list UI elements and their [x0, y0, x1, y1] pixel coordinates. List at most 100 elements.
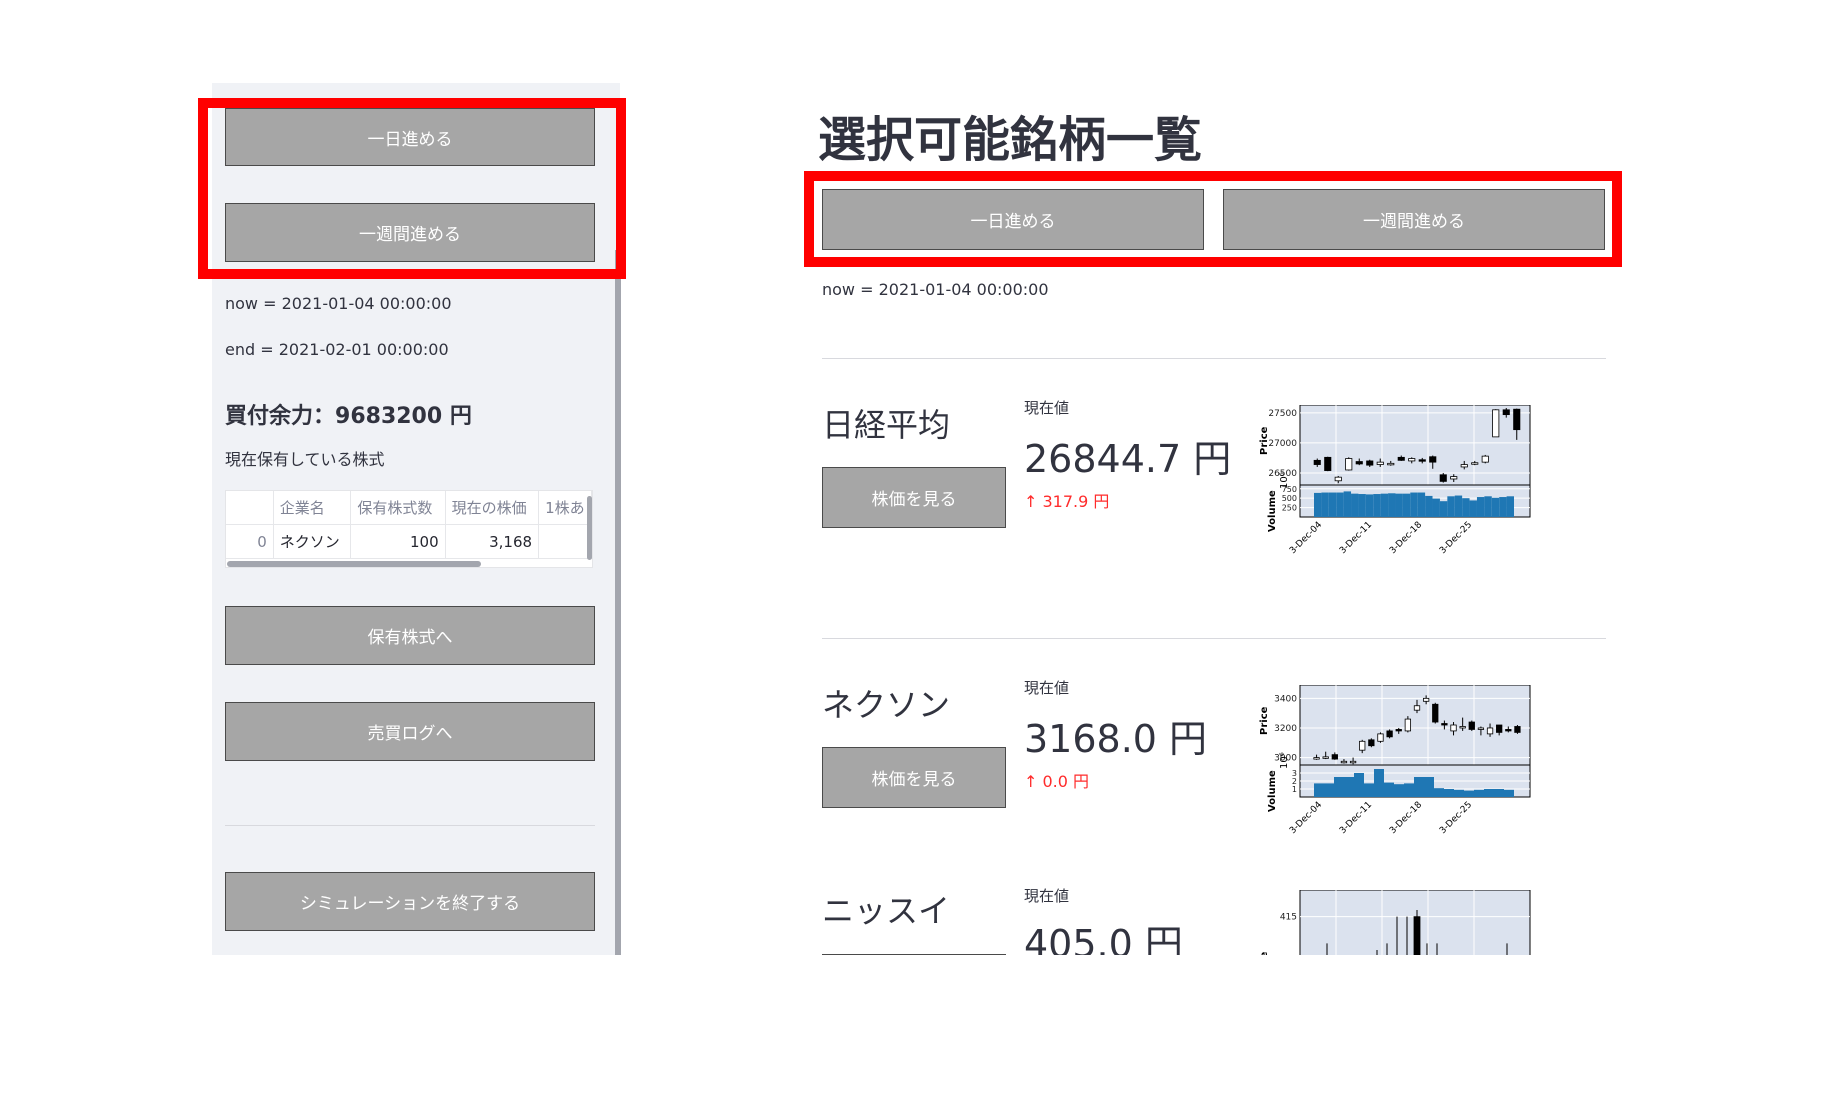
candle-body [1387, 462, 1395, 466]
sidebar-scrollbar[interactable] [615, 250, 621, 955]
volume-bar [1454, 495, 1463, 517]
volume-bar [1425, 495, 1433, 517]
candle-body [1313, 459, 1321, 465]
volume-axis-label: Volume [1267, 490, 1278, 532]
candle-body [1331, 754, 1338, 760]
candle-body [1377, 733, 1384, 742]
view-price-button[interactable]: 株価を見る [822, 467, 1006, 528]
volume-bar [1336, 492, 1344, 517]
candlestick-chart: 410415Price [1259, 890, 1531, 955]
candle-body [1359, 740, 1366, 751]
candle-body [1413, 916, 1421, 955]
candle-body [1366, 460, 1374, 466]
buying-power: 買付余力：9683200 円 [225, 398, 472, 430]
candle-body [1408, 458, 1416, 462]
candle-body [1395, 729, 1402, 732]
volume-bar [1328, 492, 1337, 517]
table-cell-index: 0 [226, 524, 274, 559]
table-header-company[interactable]: 企業名 [273, 491, 352, 525]
stock-name: ネクソン [822, 686, 951, 724]
main-highlight-box [804, 171, 1622, 267]
holdings-heading: 現在保有している株式 [225, 450, 385, 469]
main-now-text: now = 2021-01-04 00:00:00 [822, 280, 1049, 299]
volume-tick-label: 2 [1292, 777, 1297, 786]
candle-body [1397, 456, 1405, 461]
holdings-table[interactable]: 企業名 保有株式数 現在の株価 1株あ 0 ネクソン 100 3,168 [225, 490, 593, 568]
volume-bar [1384, 782, 1394, 797]
candle-body [1376, 461, 1384, 465]
volume-bar [1373, 494, 1381, 517]
candle-body [1340, 760, 1348, 764]
candle-body [1413, 705, 1421, 711]
sidebar-highlight-box [198, 98, 626, 279]
candle-body [1429, 456, 1437, 463]
stock-name: 日経平均 [822, 406, 951, 444]
volume-bar [1424, 777, 1434, 797]
candle-body [1386, 730, 1393, 738]
candle-body [1505, 729, 1512, 732]
stock-price: 405.0 円 [1024, 922, 1183, 955]
buying-power-label: 買付余力： [225, 404, 336, 429]
y-tick-label: 3200 [1274, 724, 1297, 734]
table-vertical-scrollbar[interactable] [587, 496, 592, 560]
candle-body [1481, 455, 1489, 463]
volume-bar [1374, 769, 1384, 797]
price-axis-label: Price [1259, 426, 1270, 455]
price-axis-label: Price [1259, 706, 1270, 735]
candlestick-chart: 265002700027500Price250500750Volume10⁶3-… [1259, 405, 1531, 556]
current-value-label: 現在値 [1024, 887, 1070, 905]
candle-body [1313, 757, 1320, 760]
volume-bar [1414, 777, 1424, 797]
candle-body [1492, 409, 1500, 438]
view-price-button[interactable]: 株価を見る [822, 747, 1006, 808]
table-cell-price: 3,168 [445, 524, 540, 559]
candle-body [1513, 408, 1521, 431]
volume-bar [1351, 493, 1359, 517]
candle-body [1422, 697, 1430, 702]
volume-bar [1432, 498, 1440, 517]
to-trade-log-button[interactable]: 売買ログへ [225, 702, 595, 761]
volume-bar [1364, 783, 1374, 797]
table-header-price[interactable]: 現在の株価 [445, 491, 540, 525]
candle-body [1441, 723, 1448, 726]
volume-tick-label: 500 [1282, 494, 1297, 503]
table-row[interactable]: 0 ネクソン 100 3,168 [226, 524, 592, 559]
stock-name: ニッスイ [822, 892, 951, 930]
candle-body [1322, 756, 1329, 759]
stock-price: 3168.0 円 [1024, 717, 1208, 761]
candle-body [1345, 458, 1353, 471]
volume-exponent-label: 10⁶ [1279, 472, 1290, 489]
volume-bar [1469, 500, 1477, 517]
volume-bar [1491, 497, 1500, 517]
volume-bar [1476, 497, 1485, 517]
volume-bar [1504, 789, 1514, 797]
volume-bar [1358, 494, 1366, 517]
volume-exponent-label: 10⁶ [1279, 752, 1290, 769]
volume-bar [1410, 492, 1418, 517]
volume-bar [1404, 783, 1414, 797]
volume-bar [1506, 496, 1514, 517]
end-simulation-button[interactable]: シミュレーションを終了する [225, 872, 595, 931]
table-horizontal-scrollbar[interactable] [227, 561, 481, 567]
candle-body [1460, 464, 1468, 468]
volume-tick-label: 3 [1292, 769, 1297, 778]
table-header-per-share[interactable]: 1株あ [538, 491, 592, 525]
volume-tick-label: 1 [1292, 785, 1297, 794]
divider [822, 638, 1606, 639]
candle-body [1349, 760, 1357, 764]
candle-body [1432, 703, 1439, 723]
candle-body [1355, 461, 1363, 465]
table-header-shares[interactable]: 保有株式数 [350, 491, 446, 525]
volume-bar [1394, 784, 1404, 797]
volume-bar [1314, 783, 1324, 797]
volume-bar [1334, 777, 1344, 797]
x-tick-label: 3-Dec-25 [1438, 800, 1474, 836]
candle-body [1450, 476, 1458, 480]
divider [822, 358, 1606, 359]
current-value-label: 現在値 [1024, 679, 1070, 697]
view-price-button[interactable]: 株価を見る [822, 954, 1006, 955]
to-holdings-button[interactable]: 保有株式へ [225, 606, 595, 665]
price-axis-label: Price [1259, 951, 1270, 955]
candle-body [1459, 726, 1466, 729]
y-tick-label: 3400 [1274, 694, 1297, 704]
